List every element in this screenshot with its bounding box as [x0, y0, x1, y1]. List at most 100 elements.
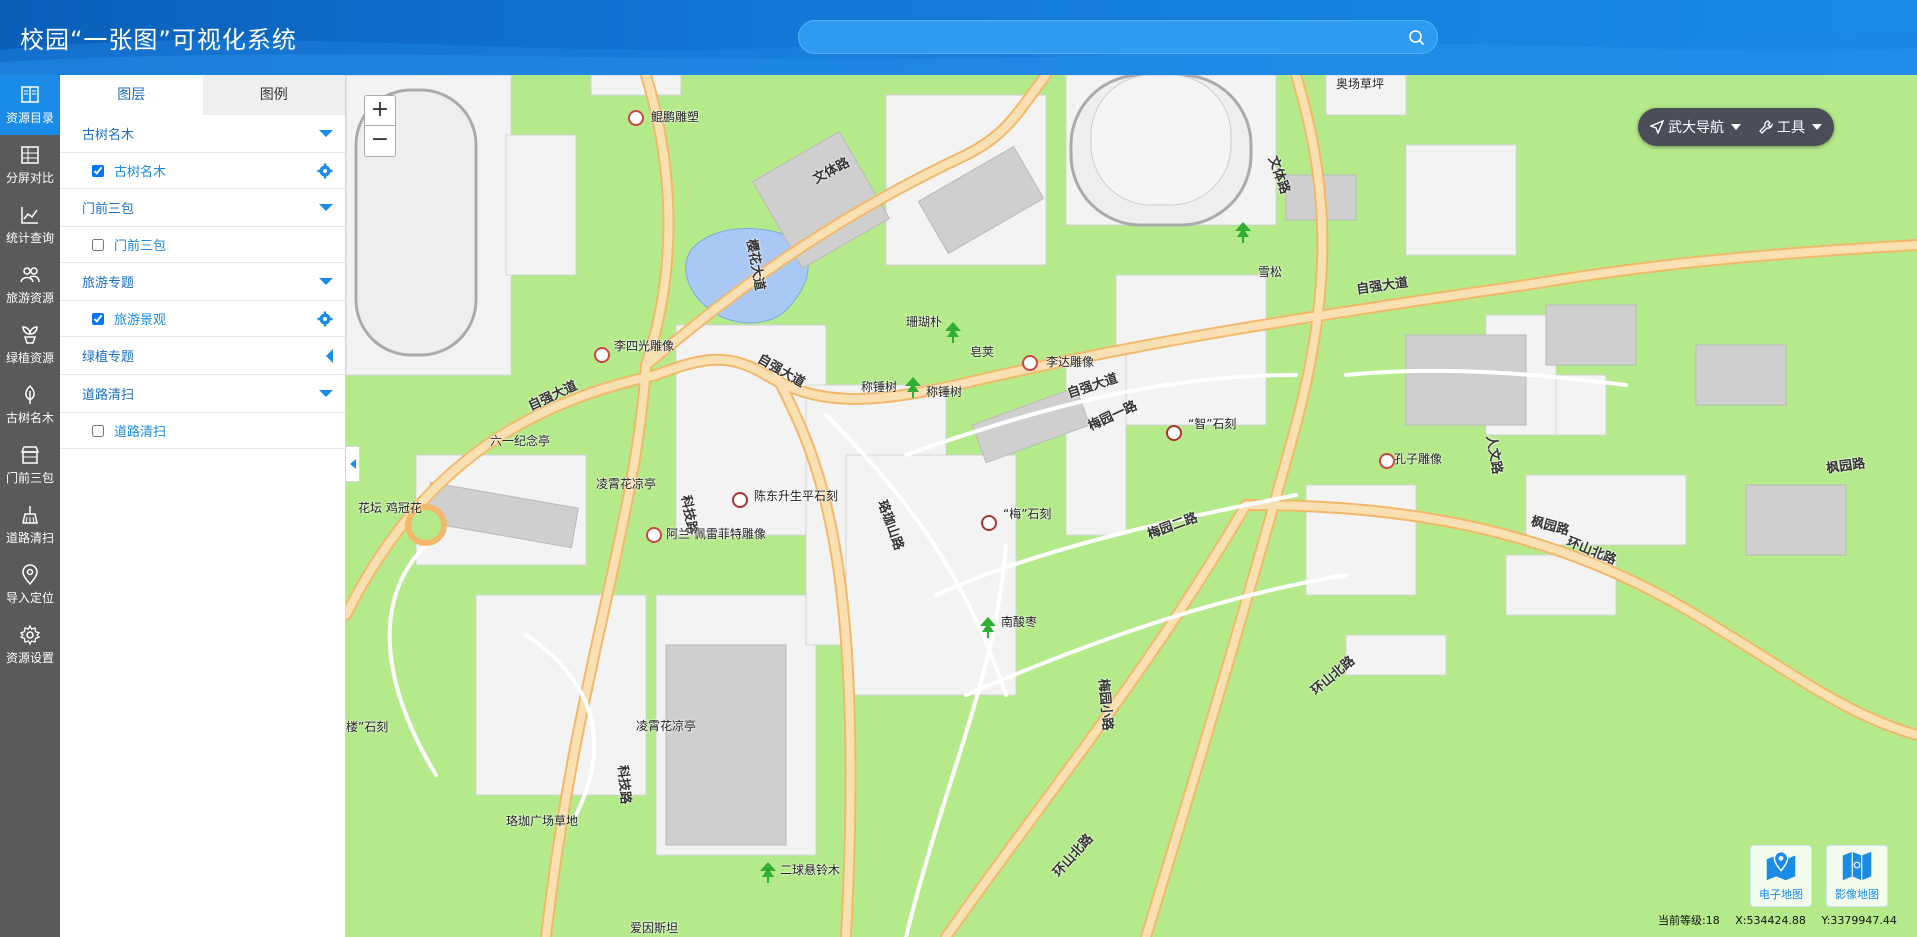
- layer-group-storefront[interactable]: 门前三包: [60, 189, 345, 227]
- broom-icon: [22, 506, 38, 524]
- layer-panel: 图层 图例 古树名木 古树名木 门前三包 门前三包 旅游专题 旅游景观 绿植专题…: [60, 75, 346, 937]
- place-label: 南酸枣: [1001, 615, 1038, 629]
- place-label: 楼”石刻: [346, 720, 389, 734]
- sculpture-marker-icon[interactable]: [1022, 355, 1038, 371]
- stone-carving-marker-icon[interactable]: [732, 492, 748, 508]
- group-label: 道路清扫: [82, 388, 135, 403]
- image-map-button[interactable]: 影像地图: [1826, 845, 1888, 907]
- place-label: 奥场草坪: [1336, 77, 1385, 91]
- rail-item-label: 旅游资源: [5, 291, 54, 305]
- layer-checkbox-road-cleaning[interactable]: [92, 424, 104, 437]
- wrench-icon: [1759, 120, 1773, 134]
- group-label: 绿植专题: [82, 350, 135, 365]
- rail-item-split-compare[interactable]: 分屏对比: [0, 135, 60, 195]
- zoom-level-readout: 当前等级:18: [1658, 914, 1720, 927]
- tree-marker-icon[interactable]: [756, 860, 780, 884]
- tab-layers[interactable]: 图层: [60, 75, 203, 115]
- layer-label: 旅游景观: [114, 313, 167, 328]
- gear-icon[interactable]: [317, 311, 333, 327]
- rail-item-road-cleaning[interactable]: 道路清扫: [0, 495, 60, 555]
- sculpture-marker-icon[interactable]: [1379, 453, 1395, 469]
- group-label: 古树名木: [82, 128, 135, 143]
- chevron-left-icon: [326, 348, 333, 363]
- map-basemap: [346, 75, 1917, 937]
- group-label: 门前三包: [82, 202, 135, 217]
- layer-group-greenery[interactable]: 绿植专题: [60, 337, 345, 375]
- tree-marker-icon[interactable]: [941, 320, 965, 344]
- layer-checkbox-tourism-sights[interactable]: [92, 312, 104, 325]
- rail-item-resource-settings[interactable]: 资源设置: [0, 615, 60, 675]
- rail-item-tourism[interactable]: 旅游资源: [0, 255, 60, 315]
- layer-checkbox-storefront[interactable]: [92, 238, 104, 251]
- map-status-bar: 当前等级:18 X:534424.88 Y:3379947.44: [1658, 912, 1909, 928]
- place-label: 珊瑚朴: [906, 315, 943, 329]
- place-label: “梅”石刻: [1003, 507, 1052, 521]
- rail-item-ancient-trees[interactable]: 古树名木: [0, 375, 60, 435]
- rail-item-label: 导入定位: [5, 591, 54, 605]
- sculpture-marker-icon[interactable]: [628, 110, 644, 126]
- vector-map-button[interactable]: 电子地图: [1750, 845, 1812, 907]
- rail-item-import-locate[interactable]: 导入定位: [0, 555, 60, 615]
- place-label: 花坛 鸡冠花: [358, 501, 422, 515]
- layer-group-road-cleaning[interactable]: 道路清扫: [60, 375, 345, 413]
- map-view[interactable]: 文体路 樱花大道 自强大道 自强大道 自强大道 自强大道 科技路 科技路 珞珈山…: [346, 75, 1917, 937]
- tab-legend[interactable]: 图例: [203, 75, 346, 115]
- rail-item-label: 分屏对比: [5, 171, 54, 185]
- tools-dropdown-label: 工具: [1777, 120, 1805, 136]
- rail-item-label: 门前三包: [5, 471, 54, 485]
- place-label: 皂荚: [970, 345, 995, 359]
- sculpture-marker-icon[interactable]: [594, 347, 610, 363]
- layer-checkbox-ancient-trees[interactable]: [92, 164, 104, 177]
- satellite-map-icon: [1842, 851, 1872, 881]
- rail-item-label: 古树名木: [5, 411, 54, 425]
- rail-item-resource-catalog[interactable]: 资源目录: [0, 75, 60, 135]
- search-icon[interactable]: [1407, 28, 1427, 48]
- vector-map-label: 电子地图: [1759, 888, 1803, 901]
- place-label: 阿兰·佩雷菲特雕像: [666, 527, 766, 541]
- layer-label: 古树名木: [114, 165, 167, 180]
- place-label: 凌霄花凉亭: [636, 719, 697, 733]
- panel-collapse-button[interactable]: [346, 446, 360, 482]
- chart-icon: [21, 207, 38, 224]
- stone-carving-marker-icon[interactable]: [981, 515, 997, 531]
- layer-row-storefront: 门前三包: [60, 227, 345, 263]
- shop-icon: [20, 446, 40, 464]
- layer-group-tourism[interactable]: 旅游专题: [60, 263, 345, 301]
- place-label: 六一纪念亭: [490, 434, 551, 448]
- layer-group-ancient-trees[interactable]: 古树名木: [60, 115, 345, 153]
- stone-carving-marker-icon[interactable]: [1166, 425, 1182, 441]
- place-label: “智”石刻: [1188, 417, 1237, 431]
- tree-icon: [25, 384, 35, 404]
- layer-label: 门前三包: [114, 239, 167, 254]
- tree-marker-icon[interactable]: [1231, 220, 1255, 244]
- zoom-control: + −: [364, 95, 396, 157]
- left-nav-rail: 资源目录 分屏对比 统计查询 旅游资源 绿植资源 古树名木 门前三包 道路清扫 …: [0, 75, 60, 937]
- map-pin-icon: [1766, 850, 1796, 881]
- place-label: 称锤树: [861, 380, 898, 394]
- rail-item-label: 资源目录: [5, 111, 54, 125]
- rail-item-storefront[interactable]: 门前三包: [0, 435, 60, 495]
- chevron-left-icon: [349, 459, 356, 469]
- search-input[interactable]: [799, 21, 1399, 53]
- place-label: 二球悬铃木: [780, 863, 841, 877]
- sculpture-marker-icon[interactable]: [646, 527, 662, 543]
- tools-dropdown[interactable]: 工具: [1759, 117, 1822, 137]
- zoom-out-button[interactable]: −: [365, 126, 395, 156]
- chevron-down-icon: [1812, 124, 1822, 130]
- gear-icon[interactable]: [317, 163, 333, 179]
- place-label: 鲲鹏雕塑: [651, 110, 700, 124]
- chevron-down-icon: [1731, 124, 1741, 130]
- tree-marker-icon[interactable]: [976, 615, 1000, 639]
- chevron-down-icon: [319, 204, 333, 211]
- rail-item-greenery[interactable]: 绿植资源: [0, 315, 60, 375]
- nav-dropdown[interactable]: 武大导航: [1650, 117, 1741, 137]
- chevron-down-icon: [319, 390, 333, 397]
- rail-item-statistics[interactable]: 统计查询: [0, 195, 60, 255]
- tree-marker-icon[interactable]: [901, 375, 925, 399]
- search-box: [798, 20, 1438, 54]
- zoom-in-button[interactable]: +: [365, 96, 395, 126]
- plant-icon: [22, 326, 38, 344]
- layer-label: 道路清扫: [114, 425, 167, 440]
- group-label: 旅游专题: [82, 276, 135, 291]
- map-toolbar: 武大导航 工具: [1638, 108, 1834, 146]
